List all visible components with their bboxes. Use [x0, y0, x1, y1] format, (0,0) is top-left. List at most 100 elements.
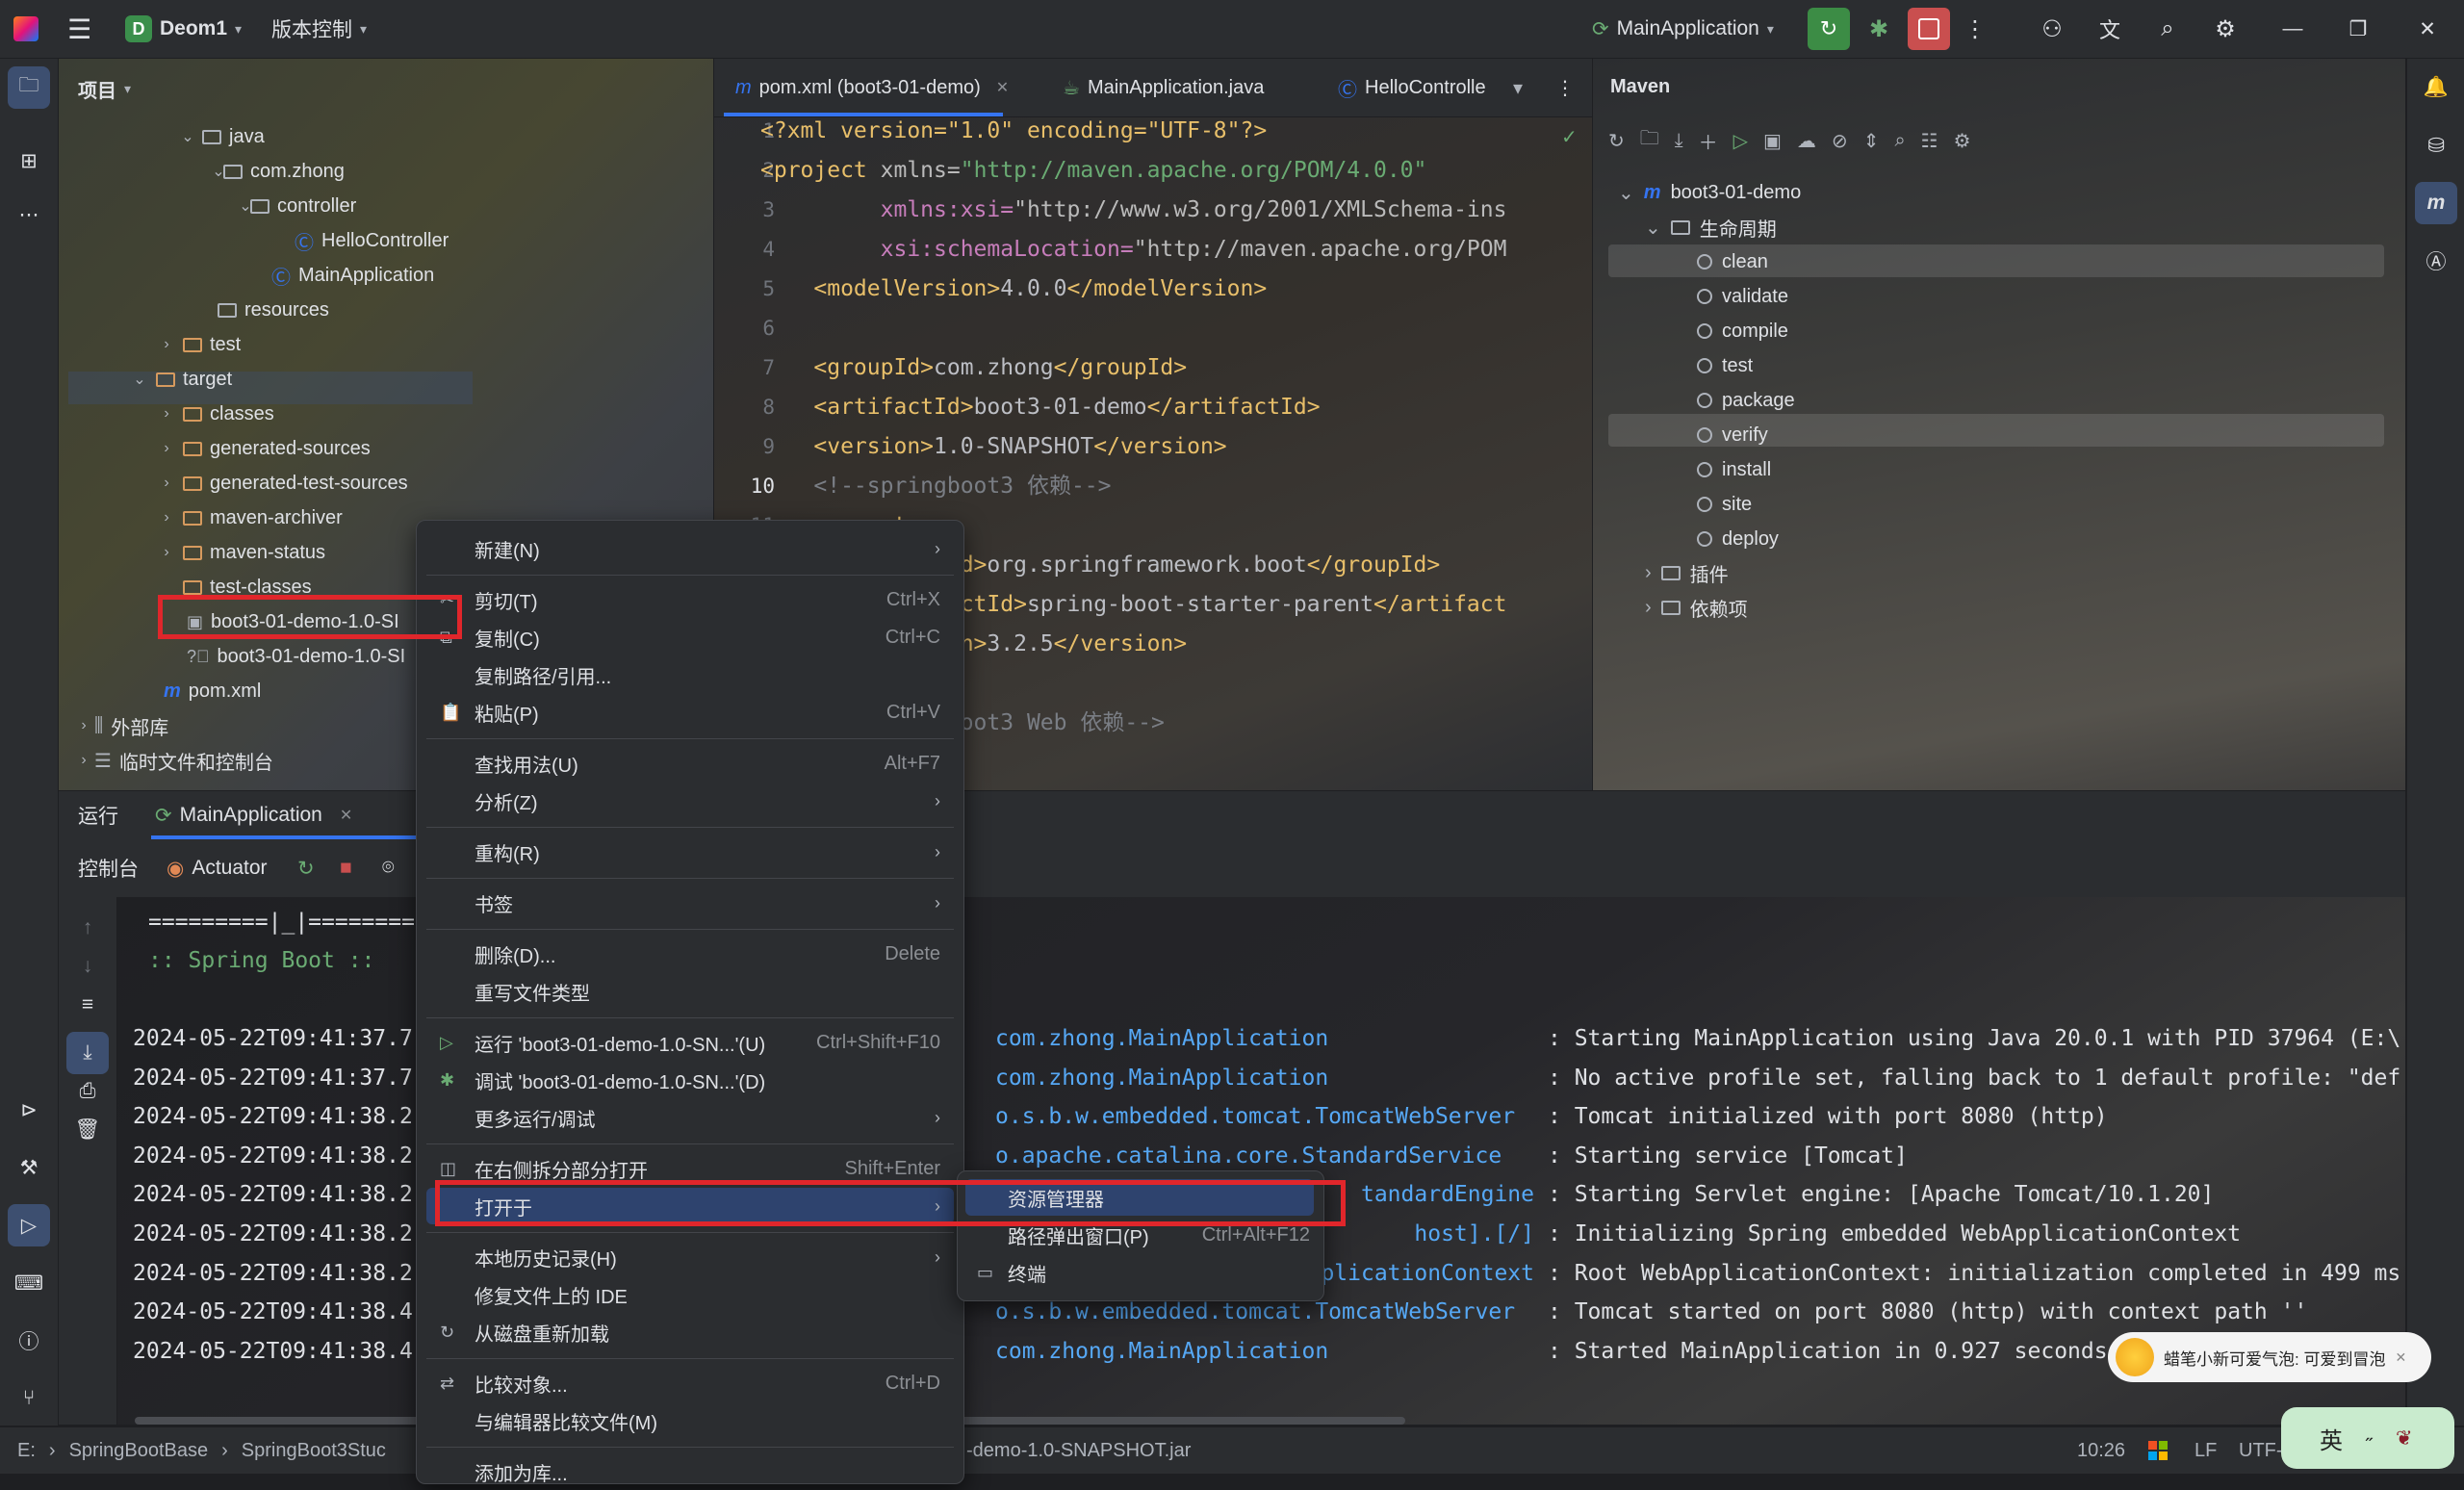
- soft-wrap-button[interactable]: ≡: [66, 984, 109, 1026]
- scroll-up-button[interactable]: ↑: [66, 907, 109, 949]
- settings-icon[interactable]: ⚙: [1954, 129, 1971, 153]
- debug-button[interactable]: ✱: [1858, 8, 1900, 50]
- tree-item[interactable]: › test: [164, 328, 241, 361]
- print-button[interactable]: ⎙: [66, 1070, 109, 1113]
- tree-item[interactable]: ⌄ com.zhong: [212, 155, 345, 188]
- project-switcher[interactable]: D Deom1 ▾: [125, 0, 242, 58]
- run-icon[interactable]: ▷: [1733, 129, 1748, 153]
- vcs-menu[interactable]: 版本控制 ▾: [271, 0, 367, 58]
- plugins-node[interactable]: › 插件: [1645, 556, 1729, 589]
- tree-item[interactable]: ⌄ controller: [239, 190, 356, 222]
- tree-item[interactable]: › generated-sources: [164, 432, 370, 465]
- file-encoding[interactable]: UTF-: [2239, 1427, 2283, 1474]
- search-button[interactable]: ⌕: [2146, 8, 2189, 50]
- stop-small-button[interactable]: ■: [340, 839, 352, 897]
- tree-item[interactable]: › classes: [164, 398, 273, 430]
- menu-item[interactable]: 分析(Z) ›: [426, 783, 954, 819]
- menu-item[interactable]: 删除(D)... Delete: [426, 936, 954, 972]
- tab-pom-xml[interactable]: m pom.xml (boot3-01-demo) ✕: [735, 59, 1009, 116]
- lifecycle-goal[interactable]: compile: [1697, 315, 1788, 347]
- clear-button[interactable]: 🗑: [66, 1109, 109, 1151]
- chevron-right-icon[interactable]: ›: [160, 544, 173, 561]
- chevron-right-icon[interactable]: ›: [160, 509, 173, 527]
- tree-item[interactable]: resources: [218, 294, 329, 326]
- tree-item[interactable]: Ⓒ MainApplication: [271, 259, 434, 292]
- chevron-down-icon[interactable]: ⌄: [181, 127, 194, 146]
- menu-item[interactable]: 书签 ›: [426, 885, 954, 921]
- project-tool-button[interactable]: 🗀: [8, 66, 50, 109]
- close-icon[interactable]: ✕: [2395, 1349, 2406, 1366]
- menu-item[interactable]: 查找用法(U) Alt+F7: [426, 745, 954, 782]
- tree-item[interactable]: › maven-status: [164, 536, 325, 569]
- tree-item[interactable]: ⌄ java: [181, 120, 264, 153]
- settings-button[interactable]: ⚙: [2204, 8, 2246, 50]
- close-tab-icon[interactable]: ✕: [340, 806, 352, 825]
- services-tool-button[interactable]: ⊳: [8, 1089, 50, 1131]
- lifecycle-goal[interactable]: validate: [1697, 280, 1788, 313]
- menu-item[interactable]: 重构(R) ›: [426, 834, 954, 870]
- add-folder-icon[interactable]: 🗀: [1640, 124, 1659, 157]
- stop-button[interactable]: [1908, 8, 1950, 50]
- menu-item[interactable]: 新建(N) ›: [426, 530, 954, 567]
- maven-project-node[interactable]: ⌄ m boot3-01-demo: [1618, 176, 1801, 209]
- minimize-button[interactable]: —: [2272, 8, 2314, 50]
- app-logo[interactable]: [13, 0, 38, 58]
- tab-hello-controller[interactable]: Ⓒ HelloControlle: [1338, 59, 1486, 116]
- tabs-dropdown-button[interactable]: ▾: [1513, 59, 1523, 116]
- structure-tool-button[interactable]: ⊞: [8, 140, 50, 182]
- problems-tool-button[interactable]: ⓘ: [8, 1320, 50, 1362]
- menu-item[interactable]: 与编辑器比较文件(M): [426, 1402, 954, 1439]
- rerun-button[interactable]: ↻: [1808, 8, 1850, 50]
- breadcrumb-item[interactable]: SpringBootBase: [69, 1440, 209, 1462]
- git-tool-button[interactable]: ⑂: [8, 1377, 50, 1420]
- tree-item[interactable]: › ⫼ 外部库: [81, 709, 168, 742]
- menu-item[interactable]: 复制路径/引用...: [426, 656, 954, 693]
- chevron-right-icon[interactable]: ›: [160, 405, 173, 423]
- download-icon[interactable]: ⤓: [1675, 130, 1683, 152]
- run-config-tab[interactable]: ⟳ MainApplication ✕: [155, 791, 352, 839]
- run-tool-button[interactable]: ▷: [8, 1204, 50, 1246]
- lifecycle-goal[interactable]: package: [1697, 384, 1795, 417]
- rerun-small-button[interactable]: ↻: [297, 839, 315, 897]
- menu-item[interactable]: ⇄ 比较对象... Ctrl+D: [426, 1365, 954, 1401]
- chevron-right-icon[interactable]: ›: [160, 475, 173, 492]
- maven-tool-button[interactable]: m: [2415, 182, 2457, 224]
- run-config-selector[interactable]: ⟳ MainApplication ▾: [1592, 0, 1774, 58]
- tree-item[interactable]: › maven-archiver: [164, 501, 343, 534]
- collapse-icon[interactable]: ⇕: [1863, 129, 1880, 153]
- menu-item[interactable]: 修复文件上的 IDE: [426, 1276, 954, 1313]
- execute-goal-icon[interactable]: ▣: [1763, 129, 1782, 153]
- menu-item[interactable]: 更多运行/调试 ›: [426, 1099, 954, 1136]
- scroll-down-button[interactable]: ↓: [66, 945, 109, 988]
- actuator-tab[interactable]: ◉ Actuator: [167, 839, 268, 897]
- screenshot-button[interactable]: ⌾: [382, 839, 395, 897]
- tree-item[interactable]: ⌄ target: [133, 363, 232, 396]
- tree-item[interactable]: Ⓒ HelloController: [295, 224, 449, 257]
- chevron-right-icon[interactable]: ›: [77, 717, 90, 734]
- code-with-me-button[interactable]: ⚇: [2031, 8, 2073, 50]
- ime-indicator[interactable]: 英 ˶ ❦: [2281, 1407, 2454, 1469]
- main-menu-button[interactable]: ☰: [67, 0, 91, 58]
- lifecycle-goal[interactable]: deploy: [1697, 523, 1779, 555]
- scroll-to-end-button[interactable]: ⤓: [66, 1032, 109, 1074]
- more-tools-button[interactable]: ⋯: [8, 193, 50, 236]
- show-deps-icon[interactable]: ☷: [1921, 129, 1938, 153]
- dependencies-node[interactable]: › 依赖项: [1645, 591, 1748, 624]
- desktop-pet-bubble[interactable]: 蜡笔小新可爱气泡: 可爱到冒泡 ✕: [2108, 1332, 2431, 1382]
- menu-item[interactable]: 重写文件类型: [426, 973, 954, 1010]
- tree-item[interactable]: m pom.xml: [164, 675, 261, 707]
- lifecycle-goal[interactable]: test: [1697, 349, 1753, 382]
- breadcrumb-item[interactable]: E:: [17, 1440, 36, 1462]
- menu-item[interactable]: 📋 粘贴(P) Ctrl+V: [426, 694, 954, 731]
- close-tab-icon[interactable]: ✕: [996, 78, 1009, 97]
- ai-assistant-button[interactable]: Ⓐ: [2415, 240, 2457, 282]
- skip-tests-icon[interactable]: ⊘: [1832, 129, 1848, 153]
- restore-button[interactable]: ❐: [2337, 8, 2379, 50]
- chevron-down-icon[interactable]: ⌄: [212, 162, 225, 181]
- project-view-selector[interactable]: 项目 ▾: [78, 72, 131, 105]
- plus-icon[interactable]: ＋: [1699, 127, 1718, 155]
- chevron-right-icon[interactable]: ›: [1645, 562, 1652, 584]
- tree-item[interactable]: › ☰ 临时文件和控制台: [81, 744, 273, 777]
- menu-item[interactable]: ✱ 调试 'boot3-01-demo-1.0-SN...'(D): [426, 1062, 954, 1098]
- tree-item[interactable]: › generated-test-sources: [164, 467, 407, 500]
